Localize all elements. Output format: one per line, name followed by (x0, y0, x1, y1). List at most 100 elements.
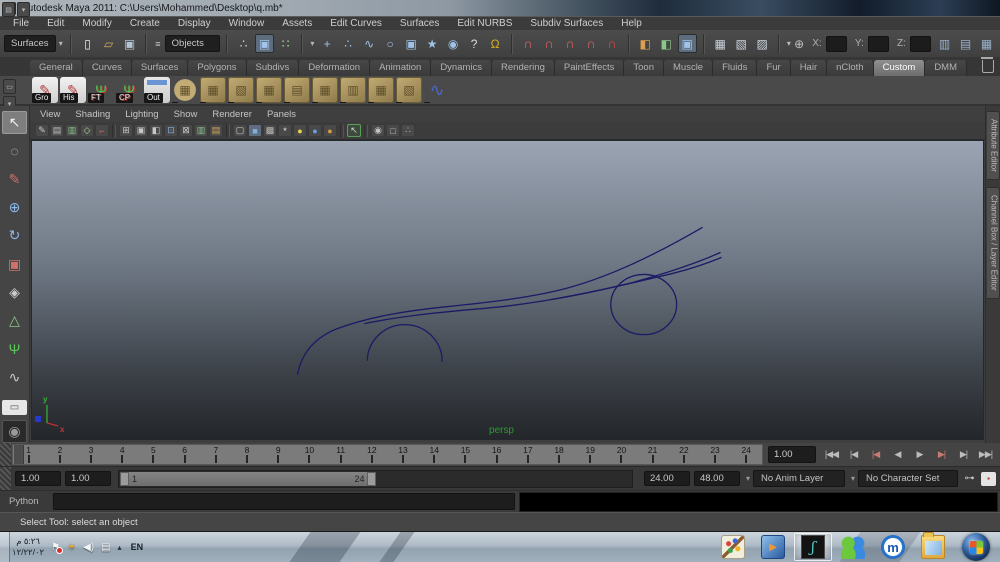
separator[interactable] (112, 124, 116, 138)
menubar-item[interactable]: Window (220, 18, 274, 29)
camera-settings-icon[interactable]: ▤ (50, 124, 64, 137)
output-connections-icon[interactable]: ◧ (657, 34, 676, 53)
range-slider-grip[interactable] (0, 467, 11, 490)
image-plane-icon[interactable]: ◇ (80, 124, 94, 137)
construction-history-icon[interactable]: ▣ (678, 34, 697, 53)
show-desktop-button[interactable] (0, 532, 10, 562)
shelf-item-sphere[interactable]: ▦ (172, 77, 198, 103)
go-to-start-button[interactable]: |◀◀ (821, 446, 842, 464)
step-back-frame-button[interactable]: |◀ (865, 446, 886, 464)
mask-caret-icon[interactable]: ▾ (309, 36, 316, 51)
shelf-tab[interactable]: Animation (370, 60, 431, 76)
separator[interactable] (226, 124, 230, 138)
step-forward-frame-button[interactable]: ▶| (931, 446, 952, 464)
play-backwards-button[interactable]: ◀ (887, 446, 908, 464)
go-to-end-button[interactable]: ▶▶| (975, 446, 996, 464)
wireframe-on-shaded-icon[interactable]: ◉ (371, 124, 385, 137)
step-back-key-button[interactable]: |◀ (843, 446, 864, 464)
volume-icon[interactable]: ◀) (83, 542, 94, 553)
menubar-item[interactable]: File (4, 18, 38, 29)
anim-layer-caret-icon[interactable]: ▾ (746, 474, 750, 483)
shelf-tab[interactable]: Curves (83, 60, 132, 76)
current-time-field[interactable]: 1.00 (768, 446, 816, 463)
playback-end-field[interactable]: 24.00 (644, 471, 690, 486)
texture-view-icon[interactable]: ▤ (209, 124, 223, 137)
network-status-icon[interactable]: ☀ (67, 542, 76, 553)
taskbar-app-paint[interactable] (714, 533, 752, 561)
current-frame-marker[interactable] (14, 445, 24, 464)
shelf-tab[interactable]: Hair (791, 60, 827, 76)
toggle-attribute-editor-icon[interactable]: ▥ (935, 34, 954, 53)
command-input[interactable] (53, 493, 515, 510)
default-light-icon[interactable]: ● (293, 124, 307, 137)
specular-light-icon[interactable]: ● (323, 124, 337, 137)
shelf-item-mesh[interactable]: ▧ (396, 77, 422, 103)
show-manip-tool[interactable]: Ψ (2, 337, 27, 360)
make-live-icon[interactable]: ∩ (603, 34, 622, 53)
shelf-item-mesh[interactable]: ▤ (284, 77, 310, 103)
menubar-item[interactable]: Surfaces (391, 18, 448, 29)
frame-cell[interactable]: 11 (325, 445, 356, 464)
frame-cell[interactable]: 17 (512, 445, 543, 464)
last-tool-curve[interactable]: ∿ (2, 366, 27, 389)
use-all-lights-icon[interactable]: * (278, 124, 292, 137)
shelf-tab[interactable]: Muscle (664, 60, 713, 76)
panel-menu-item[interactable]: Show (174, 109, 198, 120)
shelf-item-curve[interactable]: ∿ (424, 77, 450, 103)
separator[interactable] (364, 124, 368, 138)
safely-remove-icon[interactable]: ▤ (101, 542, 110, 553)
ambient-light-icon[interactable]: ● (308, 124, 322, 137)
frame-cell[interactable]: 15 (450, 445, 481, 464)
shelf-item-out[interactable]: Out (144, 77, 170, 103)
shelf-editor-icon[interactable]: ▤ (2, 2, 15, 17)
toggle-channel-box-icon[interactable]: ▦ (977, 34, 996, 53)
snap-to-points-icon[interactable]: ∩ (561, 34, 580, 53)
animation-start-field[interactable]: 1.00 (15, 471, 61, 486)
playback-start-field[interactable]: 1.00 (65, 471, 111, 486)
frame-cell[interactable]: 24 (731, 445, 762, 464)
shelf-item-cp[interactable]: Ψ CP (116, 77, 142, 103)
snap-to-grids-icon[interactable]: ∩ (519, 34, 538, 53)
input-connections-icon[interactable]: ◧ (636, 34, 655, 53)
gate-mask-icon[interactable]: ◧ (149, 124, 163, 137)
panel-menu-item[interactable]: View (40, 109, 60, 120)
wireframe-icon[interactable]: ▢ (233, 124, 247, 137)
character-set-caret-icon[interactable]: ▾ (851, 474, 855, 483)
lock-selection-icon[interactable]: Ω (486, 34, 505, 53)
frame-cell[interactable]: 7 (200, 445, 231, 464)
animation-end-field[interactable]: 48.00 (694, 471, 740, 486)
selection-filter-icon[interactable]: ≡ (153, 34, 163, 53)
panel-menu-item[interactable]: Lighting (125, 109, 158, 120)
start-button[interactable] (954, 533, 998, 561)
frame-cell[interactable]: 9 (263, 445, 294, 464)
frame-cell[interactable]: 18 (543, 445, 574, 464)
select-curves-mask-icon[interactable]: ∿ (360, 34, 379, 53)
shelf-tab[interactable]: PaintEffects (555, 60, 625, 76)
panel-menu-item[interactable]: Renderer (212, 109, 252, 120)
move-tool[interactable]: ⊕ (2, 196, 27, 219)
frame-ruler[interactable]: 1 2 3 4 5 6 (12, 444, 763, 465)
step-forward-key-button[interactable]: ▶| (953, 446, 974, 464)
y-coordinate-field[interactable] (868, 36, 889, 52)
taskbar-app-media-player[interactable]: ▶ (754, 533, 792, 561)
safe-action-icon[interactable]: ⊠ (179, 124, 193, 137)
shelf-tab[interactable]: Polygons (188, 60, 246, 76)
delete-shelf-item-icon[interactable] (982, 60, 994, 73)
shelf-tab[interactable]: Deformation (299, 60, 370, 76)
scale-tool[interactable]: ▣ (2, 252, 27, 275)
frame-cell[interactable]: 5 (138, 445, 169, 464)
shelf-tab[interactable]: DMM (925, 60, 967, 76)
shelf-tab[interactable]: Rendering (492, 60, 555, 76)
taskbar-app-maya[interactable]: ʃ (794, 533, 832, 561)
render-settings-icon[interactable]: ▨ (753, 34, 772, 53)
action-center-icon[interactable]: ⚑ (51, 542, 60, 553)
field-chart-icon[interactable]: ⊡ (164, 124, 178, 137)
measure-icon[interactable]: ⌐ (95, 124, 109, 137)
menubar-item[interactable]: Edit (38, 18, 73, 29)
frame-cell[interactable]: 12 (356, 445, 387, 464)
menu-set-caret-icon[interactable]: ▾ (58, 36, 65, 51)
select-handles-mask-icon[interactable]: ∴ (339, 34, 358, 53)
frame-cell[interactable]: 14 (419, 445, 450, 464)
render-current-frame-icon[interactable]: ▦ (711, 34, 730, 53)
play-forwards-button[interactable]: ▶ (909, 446, 930, 464)
